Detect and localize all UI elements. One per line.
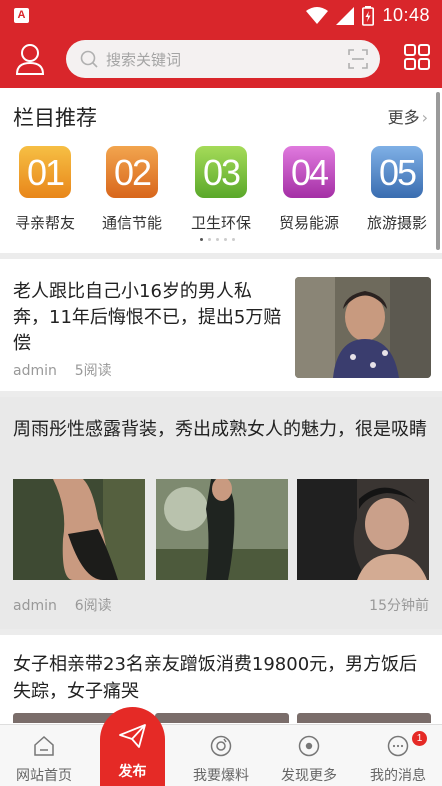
article-author: admin <box>13 363 57 379</box>
more-link[interactable]: 更多 › <box>388 104 428 128</box>
article-thumbnail <box>295 277 431 378</box>
search-placeholder: 搜索关键词 <box>106 51 182 69</box>
home-icon <box>34 735 54 756</box>
tab-label: 网站首页 <box>16 768 72 784</box>
tab-messages[interactable]: 我的消息 <box>354 725 442 786</box>
article-image-1 <box>13 479 145 580</box>
article-image-3 <box>297 713 431 723</box>
tab-discover[interactable]: 发现更多 <box>265 725 353 786</box>
category-label: 通信节能 <box>101 214 162 232</box>
top-header: 搜索关键词 <box>0 32 442 88</box>
compass-icon <box>298 735 320 757</box>
notification-app-icon: A <box>14 8 29 23</box>
article-meta: admin 5阅读 <box>13 360 112 380</box>
article-title: 女子相亲带23名亲友蹭饭消费19800元，男方饭后失踪，女子痛哭 <box>13 654 418 702</box>
article-author: admin <box>13 598 57 614</box>
chevron-right-icon: › <box>421 108 428 127</box>
article-time: 15分钟前 <box>369 598 429 614</box>
category-number-icon: 01 <box>19 146 71 198</box>
category-label: 卫生环保 <box>190 214 251 232</box>
article-image-2 <box>155 713 289 723</box>
category-item-1[interactable]: 01 寻亲帮友 <box>2 146 88 233</box>
article-reads: 5阅读 <box>74 363 112 379</box>
user-icon[interactable] <box>14 42 46 76</box>
category-item-3[interactable]: 03 卫生环保 <box>178 146 264 233</box>
article-card-2[interactable]: 周雨彤性感露背装，秀出成熟女人的魅力，很是吸睛 admin 6阅读 15分钟前 <box>0 397 442 629</box>
clock-time: 10:48 <box>382 5 430 25</box>
camera-icon <box>210 735 232 757</box>
category-label: 贸易能源 <box>278 214 339 232</box>
paper-plane-icon <box>119 724 146 748</box>
tab-home[interactable]: 网站首页 <box>0 725 88 786</box>
tab-label: 我的消息 <box>370 768 426 784</box>
category-number-icon: 04 <box>283 146 335 198</box>
article-meta: admin 6阅读 <box>13 595 112 615</box>
bottom-tab-bar: 网站首页 我要爆料 发现更多 我的消息 <box>0 724 442 786</box>
publish-label: 发布 <box>118 764 147 780</box>
message-icon <box>387 735 409 757</box>
publish-button[interactable]: 发布 <box>100 707 165 786</box>
scrollbar[interactable] <box>436 92 440 250</box>
wifi-icon <box>306 6 329 24</box>
article-image-row <box>13 713 431 723</box>
search-bar[interactable]: 搜索关键词 <box>66 40 380 78</box>
category-item-2[interactable]: 02 通信节能 <box>89 146 175 233</box>
category-number-icon: 05 <box>371 146 423 198</box>
category-carousel[interactable]: 01 寻亲帮友 02 通信节能 03 卫生环保 04 贸易能源 05 旅游摄影 <box>0 146 442 236</box>
article-title: 周雨彤性感露背装，秀出成熟女人的魅力，很是吸睛 <box>13 419 427 440</box>
article-image-3 <box>297 479 429 580</box>
category-label: 旅游摄影 <box>366 214 427 232</box>
tab-label: 我要爆料 <box>193 768 249 784</box>
message-count-badge: 1 <box>412 731 427 746</box>
category-item-4[interactable]: 04 贸易能源 <box>266 146 352 233</box>
tab-report[interactable]: 我要爆料 <box>177 725 265 786</box>
signal-icon <box>336 6 355 25</box>
status-bar: A 10:48 <box>0 0 442 32</box>
grid-menu-icon[interactable] <box>404 44 430 70</box>
tab-label: 发现更多 <box>281 768 337 784</box>
more-label: 更多 <box>387 108 420 127</box>
category-number-icon: 03 <box>195 146 247 198</box>
battery-icon <box>362 5 375 26</box>
article-image-2 <box>156 479 288 580</box>
category-label: 寻亲帮友 <box>14 214 75 232</box>
column-recommend-section: 栏目推荐 更多 › 01 寻亲帮友 02 通信节能 03 卫生环保 04 贸易能源… <box>0 88 442 253</box>
article-reads: 6阅读 <box>74 598 112 614</box>
scan-icon[interactable] <box>348 49 368 69</box>
category-number-icon: 02 <box>106 146 158 198</box>
article-title: 老人跟比自己小16岁的男人私奔，11年后悔恨不已，提出5万赔偿 <box>13 281 282 354</box>
category-item-5[interactable]: 05 旅游摄影 <box>354 146 440 233</box>
search-icon <box>80 50 98 68</box>
app-screen: A 10:48 搜索关键词 栏目推荐 更多 › 01 寻亲帮友 02 通信节能 … <box>0 0 442 786</box>
article-card-1[interactable]: 老人跟比自己小16岁的男人私奔，11年后悔恨不已，提出5万赔偿 admin 5阅… <box>0 259 442 391</box>
article-image-row <box>13 479 431 580</box>
section-title: 栏目推荐 <box>13 106 97 130</box>
carousel-page-dots <box>200 238 235 241</box>
